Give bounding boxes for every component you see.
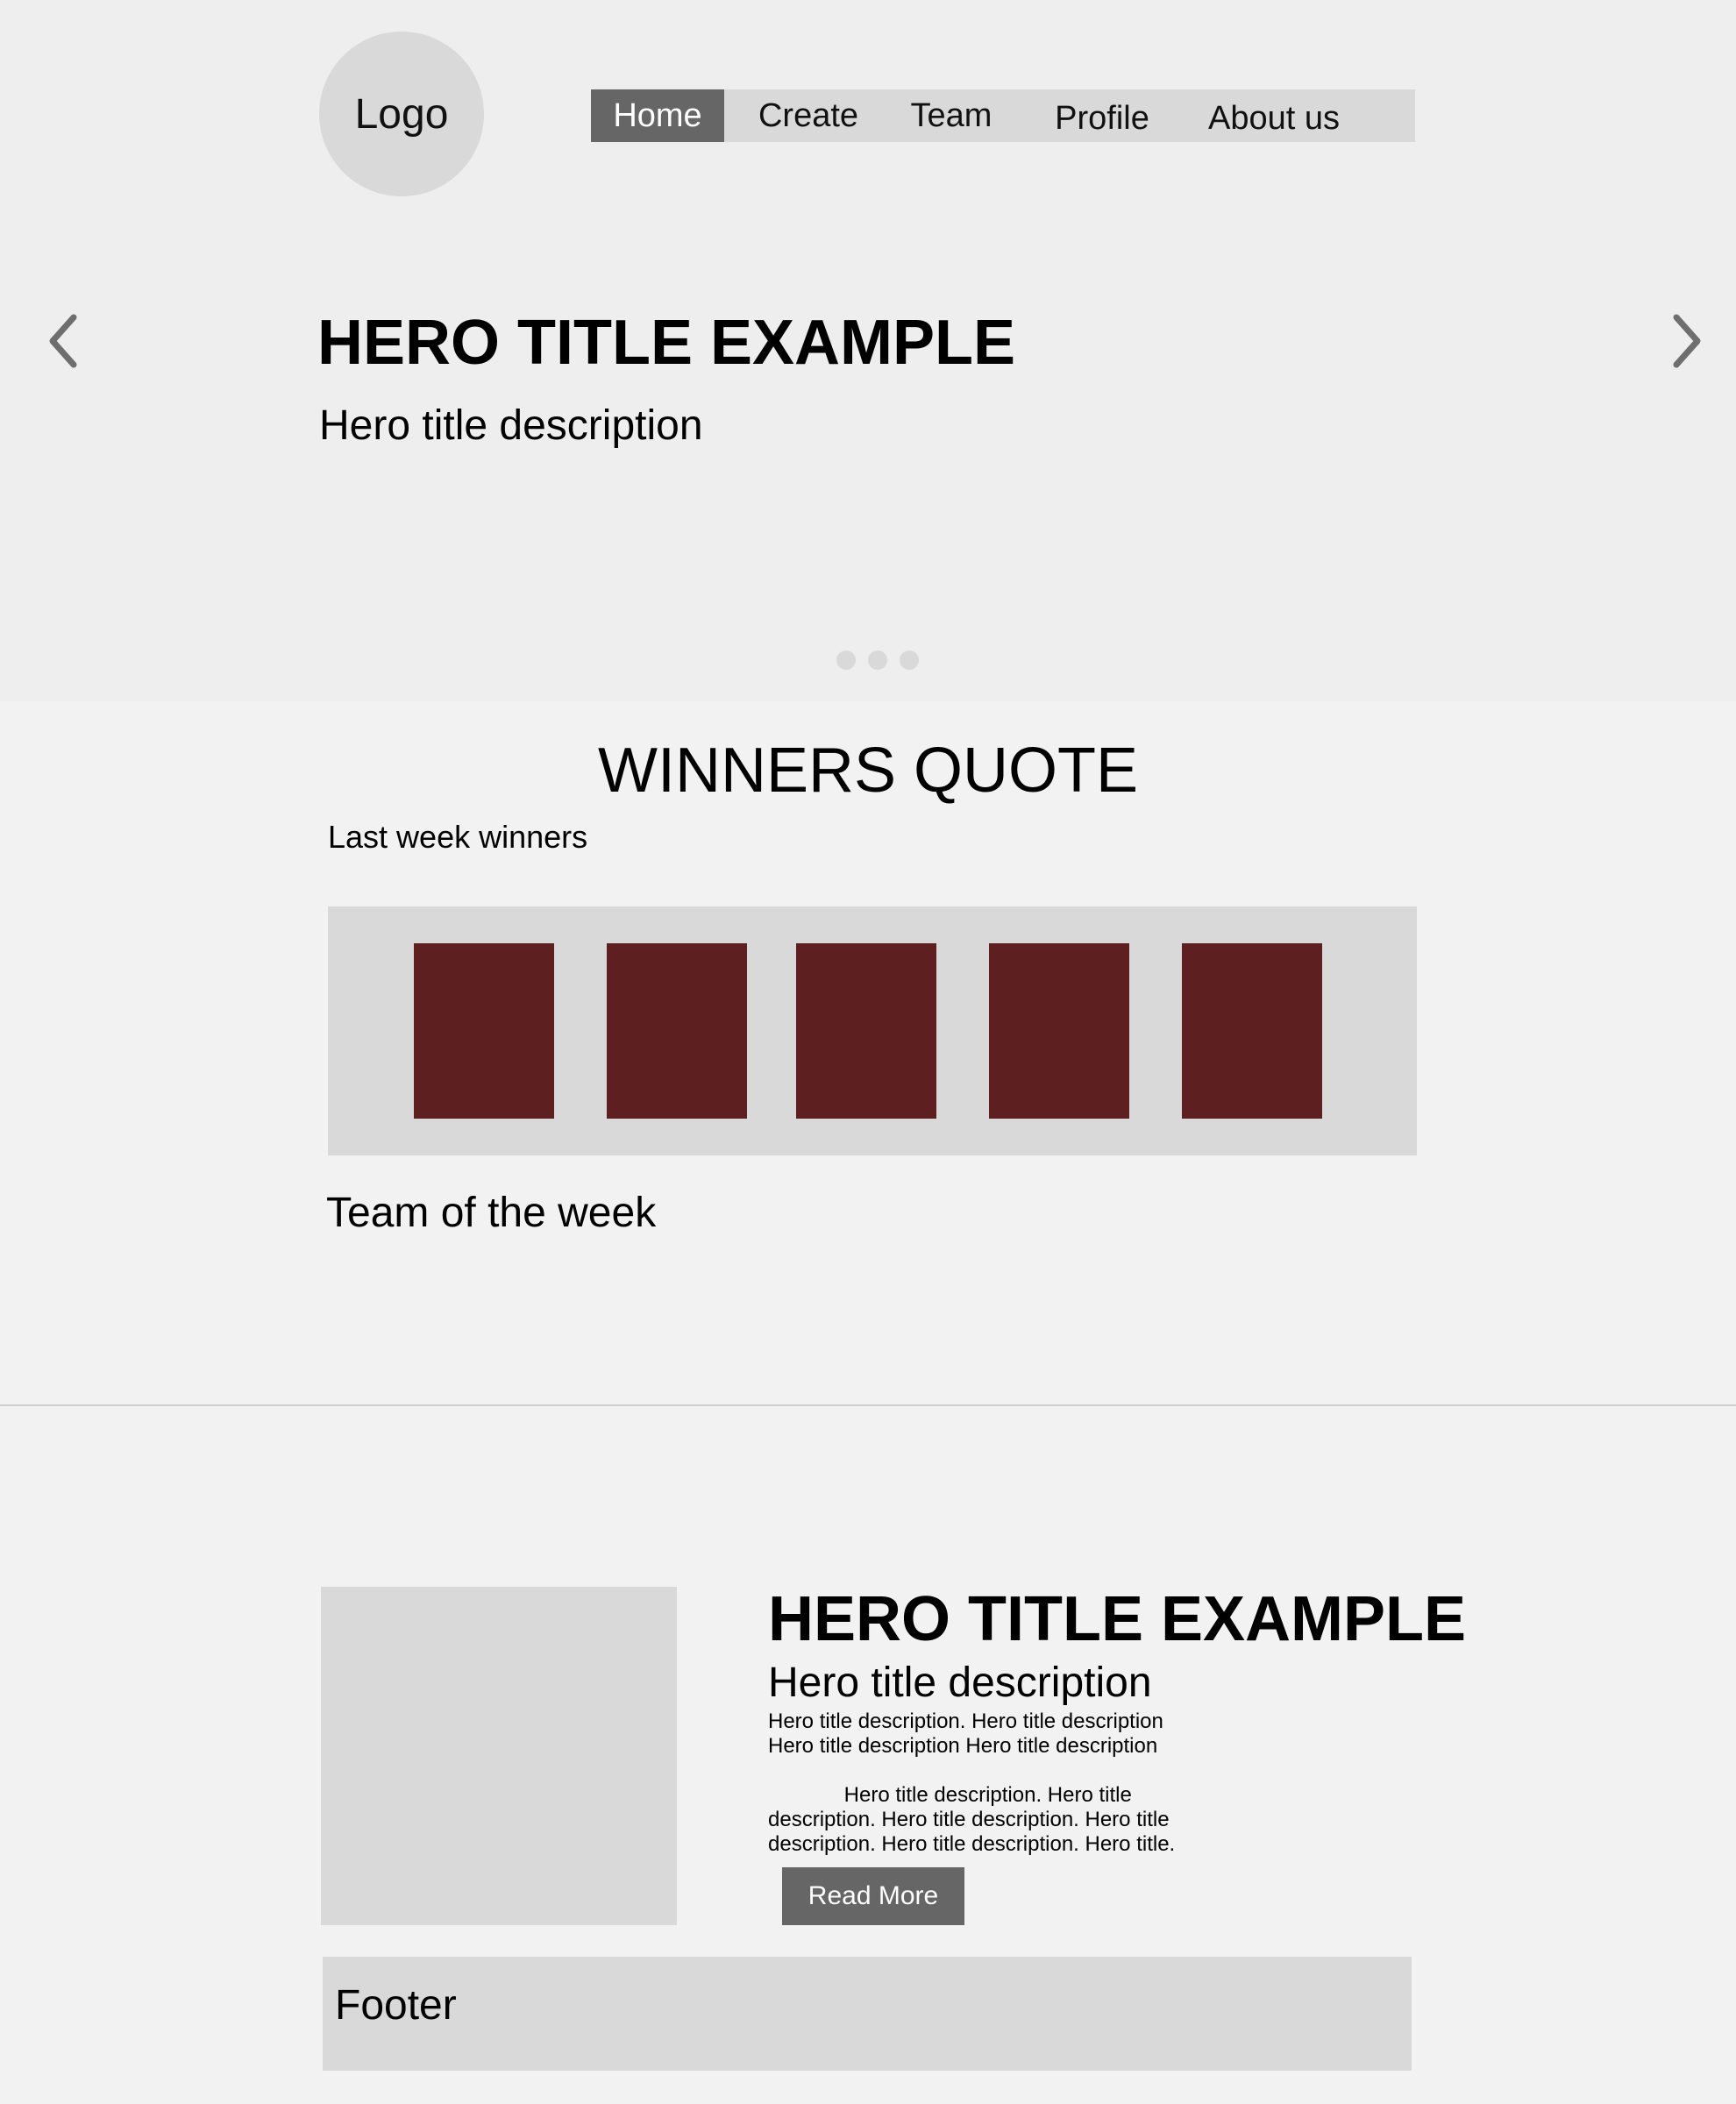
nav-item-label: Profile	[1055, 99, 1149, 137]
carousel-dots	[836, 650, 935, 670]
footer: Footer	[323, 1957, 1412, 2071]
winners-strip	[328, 906, 1417, 1155]
nav-item-team[interactable]: Team	[889, 89, 1014, 142]
nav-item-create[interactable]: Create	[740, 89, 877, 142]
nav-item-label: About us	[1208, 99, 1340, 137]
team-of-week-label: Team of the week	[326, 1190, 657, 1236]
main-nav: Home Create Team Profile About us	[591, 89, 1415, 142]
nav-item-home[interactable]: Home	[591, 89, 724, 142]
article-image-placeholder	[321, 1587, 677, 1925]
nav-item-about-us[interactable]: About us	[1184, 92, 1364, 145]
winner-card[interactable]	[1182, 943, 1322, 1119]
carousel-dot[interactable]	[900, 650, 919, 670]
nav-item-label: Create	[758, 96, 859, 134]
footer-label: Footer	[335, 1982, 457, 2029]
winner-card[interactable]	[414, 943, 554, 1119]
article-subtitle: Hero title description	[768, 1660, 1152, 1706]
winners-subtitle: Last week winners	[328, 819, 588, 855]
carousel-prev-button[interactable]	[37, 310, 89, 372]
winners-title: WINNERS QUOTE	[597, 736, 1138, 806]
nav-item-profile[interactable]: Profile	[1029, 92, 1175, 145]
nav-item-label: Team	[910, 96, 993, 134]
chevron-left-icon	[49, 314, 77, 368]
logo[interactable]: Logo	[319, 32, 484, 196]
carousel-next-button[interactable]	[1661, 310, 1713, 372]
carousel-dot[interactable]	[836, 650, 856, 670]
carousel-dot[interactable]	[868, 650, 887, 670]
logo-label: Logo	[354, 90, 449, 138]
article-title: HERO TITLE EXAMPLE	[768, 1584, 1467, 1654]
article-body: Hero title description. Hero title descr…	[768, 1710, 1176, 1856]
chevron-right-icon	[1673, 314, 1701, 368]
read-more-button[interactable]: Read More	[782, 1867, 964, 1925]
nav-item-label: Home	[613, 96, 702, 134]
winner-card[interactable]	[989, 943, 1129, 1119]
hero-description: Hero title description	[319, 402, 703, 449]
winner-card[interactable]	[796, 943, 936, 1119]
hero-title: HERO TITLE EXAMPLE	[317, 308, 1016, 378]
winner-card[interactable]	[607, 943, 747, 1119]
read-more-label: Read More	[808, 1881, 939, 1910]
